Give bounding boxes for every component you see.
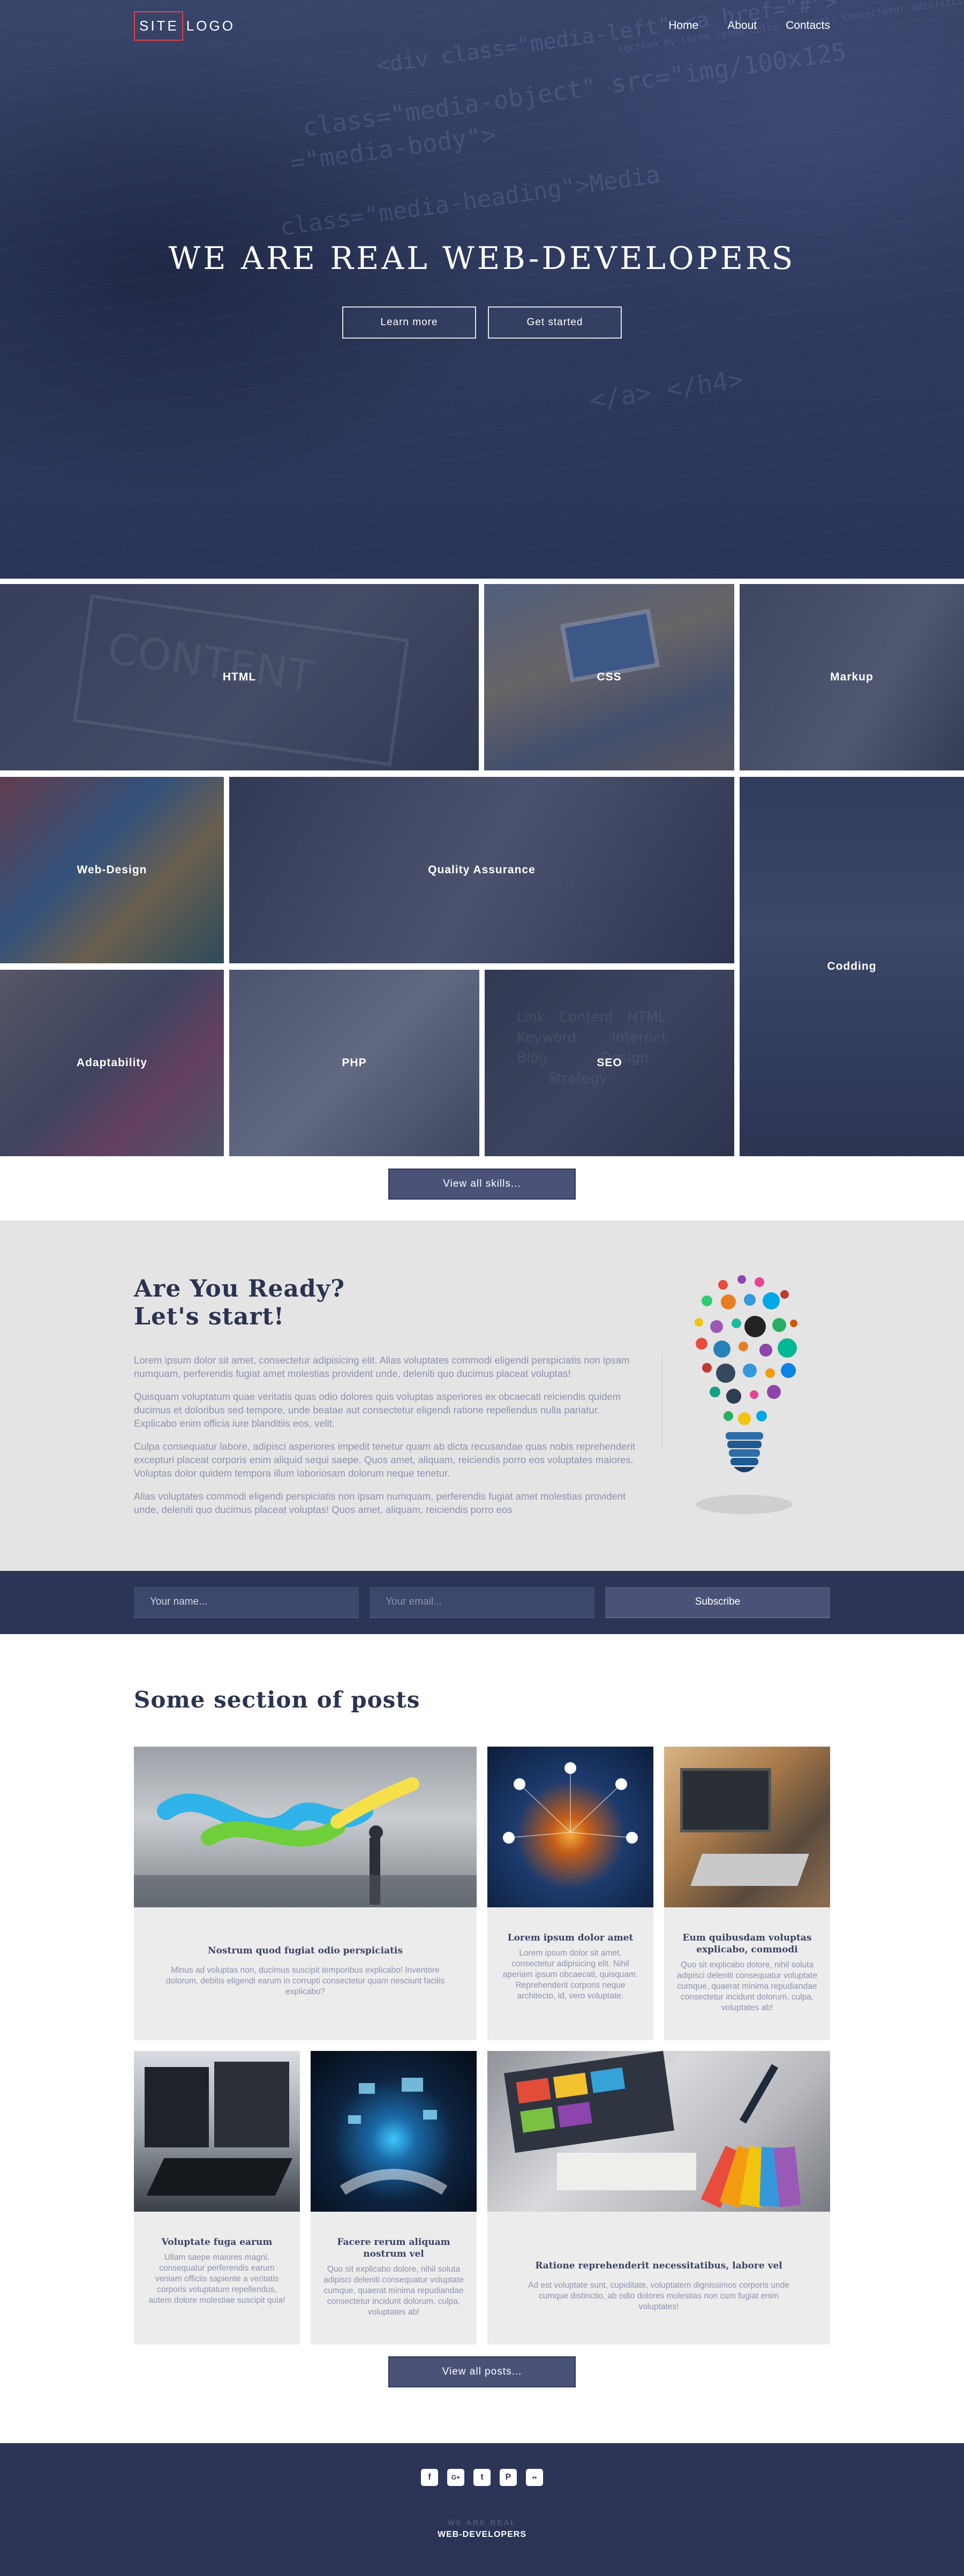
hero-title: WE ARE REAL WEB-DEVELOPERS bbox=[168, 240, 796, 276]
skill-tile-html[interactable]: CONTENT HTML bbox=[0, 584, 479, 770]
ready-paragraph: Lorem ipsum dolor sit amet, consectetur … bbox=[134, 1354, 630, 1379]
skill-tile-css[interactable]: CSS bbox=[484, 584, 734, 770]
skill-label: Codding bbox=[827, 960, 877, 972]
ready-title-line1: Are You Ready? bbox=[134, 1275, 345, 1302]
ready-paragraph: Quisquam voluptatum quae veritatis quas … bbox=[134, 1391, 621, 1429]
ready-paragraph: Alias voluptates commodi eligendi perspi… bbox=[134, 1491, 626, 1515]
posts-section-title: Some section of posts bbox=[134, 1687, 420, 1713]
flickr-icon[interactable]: •• bbox=[526, 2469, 543, 2486]
skill-label: Adaptability bbox=[76, 1057, 148, 1069]
skill-label: CSS bbox=[597, 671, 622, 683]
hero-texture bbox=[0, 0, 964, 579]
nav-contacts[interactable]: Contacts bbox=[786, 19, 830, 32]
keyboard-shape bbox=[146, 2158, 293, 2196]
lightbulb-tech-icons-illustration bbox=[695, 1275, 797, 1514]
footer-tagline-small: WE ARE REAL bbox=[448, 2518, 516, 2527]
ready-paragraph: Culpa consequatur labore, adipisci asper… bbox=[134, 1441, 635, 1479]
ready-title: Are You Ready? Let's start! bbox=[134, 1275, 345, 1331]
ready-section: Are You Ready? Let's start! Lorem ipsum … bbox=[0, 1220, 964, 1571]
hero-section: <div class="media-left"><a href="#"> cla… bbox=[0, 0, 964, 579]
skill-label: Web-Design bbox=[77, 864, 147, 876]
logo-boxed-text: SITE bbox=[134, 11, 183, 41]
main-nav: Home About Contacts bbox=[639, 19, 830, 32]
designer-color-swatches-illustration bbox=[504, 2051, 801, 2208]
laptop-screen-shape bbox=[680, 1768, 771, 1832]
nav-about[interactable]: About bbox=[727, 19, 757, 32]
post-image bbox=[664, 1747, 830, 1907]
email-input[interactable]: Your email... bbox=[370, 1587, 594, 1618]
post-title[interactable]: Nostrum quod fugiat odio perspiciatis bbox=[142, 1945, 468, 1957]
skill-tile-codding[interactable]: Codding bbox=[740, 777, 964, 1156]
skill-label: Markup bbox=[830, 671, 873, 683]
get-started-button[interactable]: Get started bbox=[488, 306, 622, 339]
twitter-icon[interactable]: t bbox=[473, 2469, 491, 2486]
skill-tile-seo[interactable]: Link Content HTMLKeyword InternetBlog De… bbox=[485, 970, 734, 1156]
post-image bbox=[487, 2051, 830, 2212]
skill-label: Quality Assurance bbox=[428, 864, 536, 876]
post-title[interactable]: Ratione reprehenderit necessitatibus, la… bbox=[496, 2260, 822, 2272]
post-excerpt: Quo sit explicabo dolore, nihil soluta a… bbox=[323, 2265, 464, 2317]
skill-tile-markup[interactable]: Markup bbox=[740, 584, 964, 770]
post-title[interactable]: Voluptate fuga earum bbox=[142, 2236, 291, 2248]
post-excerpt: Quo sit explicabo dolore, nihil soluta a… bbox=[677, 1960, 817, 2012]
post-excerpt: Ad est voluptate sunt, cupiditate, volup… bbox=[528, 2281, 789, 2311]
view-all-posts-button[interactable]: View all posts... bbox=[388, 2356, 576, 2387]
logo-text: LOGO bbox=[186, 17, 235, 34]
ready-title-line2: Let's start! bbox=[134, 1303, 285, 1330]
name-input[interactable]: Your name... bbox=[134, 1587, 359, 1618]
subscribe-bar: Your name... Your email... Subscribe bbox=[0, 1571, 964, 1634]
post-image bbox=[134, 1747, 477, 1907]
post-image bbox=[311, 2051, 477, 2212]
nav-home[interactable]: Home bbox=[668, 19, 698, 32]
skill-tile-php[interactable]: PHP bbox=[229, 970, 479, 1156]
post-excerpt: Minus ad voluptas non, ducimus suscipit … bbox=[165, 1966, 445, 1996]
social-links: f G+ t P •• bbox=[0, 2469, 964, 2486]
network-touch-illustration bbox=[503, 1762, 638, 1844]
hand-tech-glow-illustration bbox=[340, 2078, 448, 2195]
post-excerpt: Lorem ipsum dolor sit amet, consectetur … bbox=[502, 1949, 638, 2001]
post-card[interactable]: Eum quibusdam voluptas explicabo, commod… bbox=[664, 1747, 830, 2040]
learn-more-button[interactable]: Learn more bbox=[342, 306, 476, 339]
view-all-skills-button[interactable]: View all skills... bbox=[388, 1169, 576, 1200]
post-title[interactable]: Facere rerum aliquam nostrum vel bbox=[319, 2236, 468, 2260]
skill-tile-quality-assurance[interactable]: Quality Assurance bbox=[229, 777, 734, 963]
post-title[interactable]: Lorem ipsum dolor amet bbox=[496, 1932, 645, 1944]
skill-label: HTML bbox=[222, 671, 257, 683]
skill-tile-adaptability[interactable]: Adaptability bbox=[0, 970, 224, 1156]
subscribe-button[interactable]: Subscribe bbox=[605, 1587, 830, 1618]
footer: f G+ t P •• WE ARE REAL WEB-DEVELOPERS bbox=[0, 2443, 964, 2576]
post-title[interactable]: Eum quibusdam voluptas explicabo, commod… bbox=[673, 1932, 822, 1956]
post-image bbox=[134, 2051, 300, 2212]
post-card[interactable]: Facere rerum aliquam nostrum vel Quo sit… bbox=[311, 2051, 477, 2345]
skill-tile-web-design[interactable]: Web-Design bbox=[0, 777, 224, 963]
facebook-icon[interactable]: f bbox=[421, 2469, 438, 2486]
hero-buttons: Learn more Get started bbox=[0, 306, 964, 339]
post-image bbox=[487, 1747, 653, 1907]
skill-label: PHP bbox=[342, 1057, 367, 1069]
post-card[interactable]: Ratione reprehenderit necessitatibus, la… bbox=[487, 2051, 830, 2345]
post-card[interactable]: Lorem ipsum dolor amet Lorem ipsum dolor… bbox=[487, 1747, 653, 2040]
post-card[interactable]: Nostrum quod fugiat odio perspiciatis Mi… bbox=[134, 1747, 477, 2040]
ready-text: Lorem ipsum dolor sit amet, consectetur … bbox=[134, 1353, 637, 1526]
google-plus-icon[interactable]: G+ bbox=[447, 2469, 464, 2486]
site-logo[interactable]: SITE LOGO bbox=[134, 11, 235, 41]
laptop-keyboard-shape bbox=[690, 1854, 809, 1886]
skill-label: SEO bbox=[597, 1057, 622, 1069]
pinterest-icon[interactable]: P bbox=[500, 2469, 517, 2486]
monitor-shape bbox=[145, 2067, 209, 2147]
footer-tagline-big: WEB-DEVELOPERS bbox=[437, 2530, 526, 2539]
post-card[interactable]: Voluptate fuga earum Ullam saepe maiores… bbox=[134, 2051, 300, 2345]
paint-splash-illustration bbox=[134, 1777, 477, 1907]
monitor-shape bbox=[214, 2062, 289, 2147]
post-excerpt: Ullam saepe maiores magni, consequatur p… bbox=[148, 2253, 285, 2305]
